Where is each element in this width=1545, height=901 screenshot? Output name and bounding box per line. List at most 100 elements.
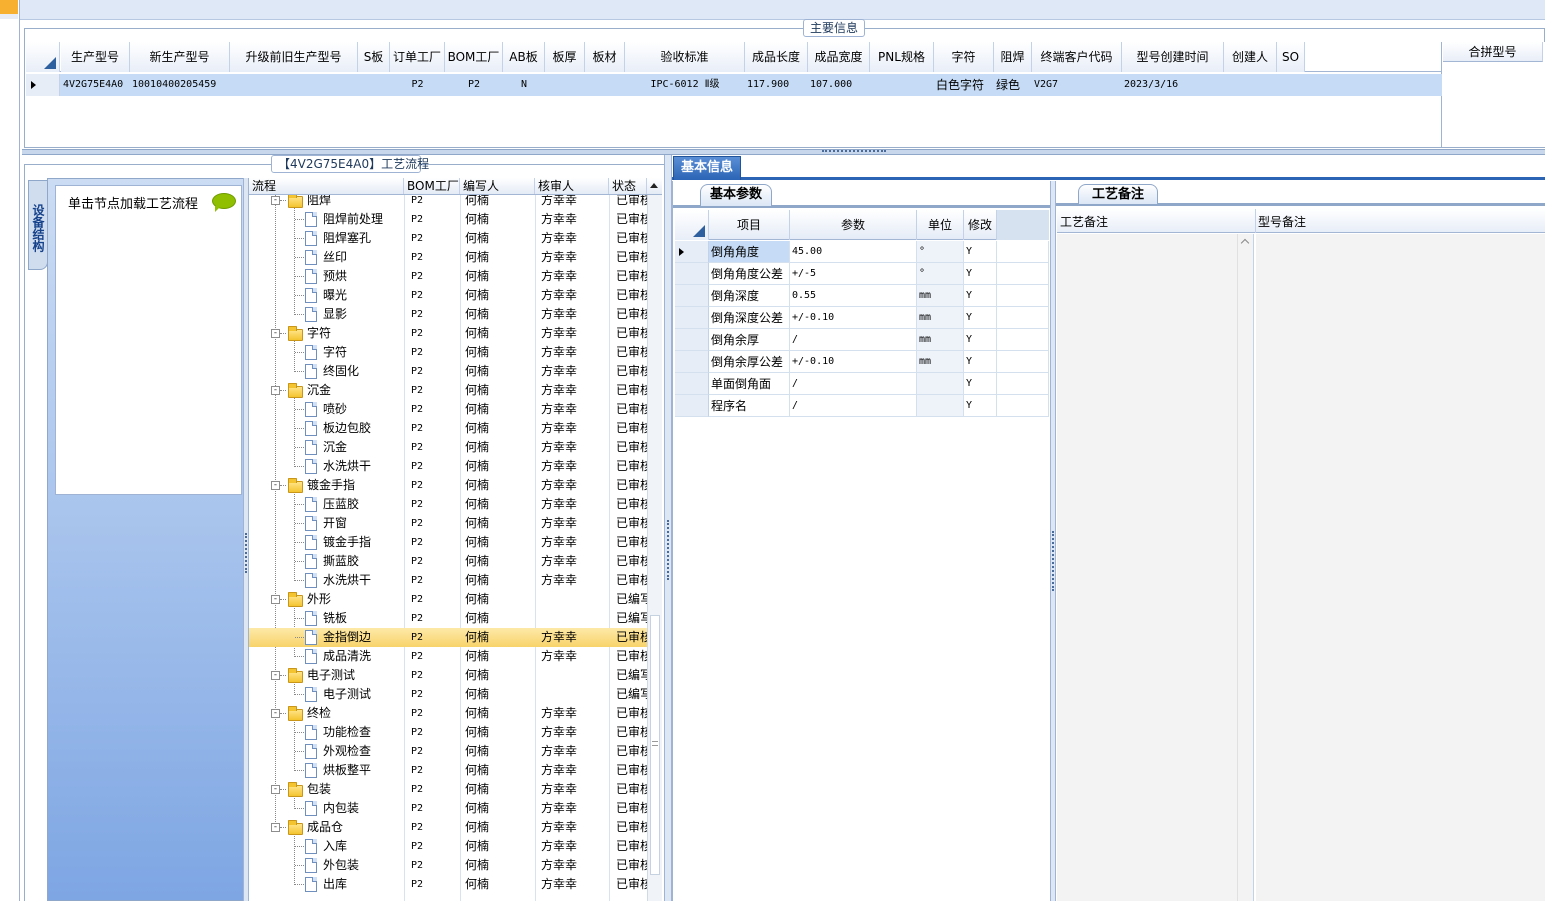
column-header[interactable]: 阻焊 — [994, 42, 1032, 72]
tree-step-row[interactable]: 丝印 P2 何楠 方幸幸 已审核 — [249, 248, 647, 267]
param-column-header[interactable]: 单位 — [917, 210, 964, 240]
param-column-header[interactable]: 修改 — [964, 210, 997, 240]
column-header[interactable]: 成品长度 — [745, 42, 808, 72]
row-selector[interactable] — [675, 329, 709, 351]
tree-step-row[interactable]: 电子测试 P2 何楠 已编写 — [249, 685, 647, 704]
collapse-icon[interactable]: - — [271, 386, 280, 395]
collapse-icon[interactable]: - — [271, 595, 280, 604]
tree-step-row[interactable]: 曝光 P2 何楠 方幸幸 已审核 — [249, 286, 647, 305]
column-header[interactable]: 字符 — [934, 42, 994, 72]
tree-step-row[interactable]: 阻焊前处理 P2 何楠 方幸幸 已审核 — [249, 210, 647, 229]
collapse-icon[interactable]: - — [271, 196, 280, 205]
notes-scrollbar[interactable] — [1237, 234, 1253, 901]
tree-column-header[interactable]: 编写人 — [460, 178, 535, 194]
merge-model-panel[interactable]: 合拼型号 — [1443, 42, 1545, 147]
tree-step-row[interactable]: 镀金手指 P2 何楠 方幸幸 已审核 — [249, 533, 647, 552]
tree-step-row[interactable]: 金指倒边 P2 何楠 方幸幸 已审核 — [249, 628, 647, 647]
process-tree-list[interactable]: 流程 BOM工厂 编写人 核审人 状态 - 阻焊 P2 何楠 方幸幸 已审核 阻焊前处理 P2 何楠 方幸… — [249, 178, 662, 901]
tree-group-row[interactable]: - 包装 P2 何楠 方幸幸 已审核 — [249, 780, 647, 799]
tree-step-row[interactable]: 喷砂 P2 何楠 方幸幸 已审核 — [249, 400, 647, 419]
merge-model-header[interactable]: 合拼型号 — [1443, 42, 1543, 62]
tree-step-row[interactable]: 功能检查 P2 何楠 方幸幸 已审核 — [249, 723, 647, 742]
scroll-up-icon[interactable] — [1240, 238, 1250, 248]
column-header[interactable]: 升级前旧生产型号 — [230, 42, 358, 72]
collapse-icon[interactable]: - — [271, 671, 280, 680]
tree-group-row[interactable]: - 沉金 P2 何楠 方幸幸 已审核 — [249, 381, 647, 400]
basic-params-grid[interactable]: 项目 参数 单位 修改 倒角角度 45.00 ° Y 倒角角度公差 +/-5 ° Y 倒角深度 0.55… — [675, 210, 1049, 420]
column-header[interactable]: 型号创建时间 — [1122, 42, 1224, 72]
param-value[interactable]: 0.55 — [790, 285, 917, 307]
row-selector[interactable] — [675, 373, 709, 395]
tab-basic-info[interactable]: 基本信息 — [673, 156, 741, 180]
tree-step-row[interactable]: 沉金 P2 何楠 方幸幸 已审核 — [249, 438, 647, 457]
column-header[interactable]: SO — [1277, 42, 1305, 72]
tab-basic-params[interactable]: 基本参数 — [700, 184, 772, 206]
param-modify[interactable]: Y — [964, 285, 997, 307]
row-selector[interactable] — [675, 285, 709, 307]
collapse-icon[interactable]: - — [271, 709, 280, 718]
main-grid-row[interactable]: 4V2G75E4A0 10010400205459 P2 P2 N IPC-6012 Ⅱ级… — [26, 74, 1442, 96]
tree-step-row[interactable]: 压蓝胶 P2 何楠 方幸幸 已审核 — [249, 495, 647, 514]
tree-step-row[interactable]: 开窗 P2 何楠 方幸幸 已审核 — [249, 514, 647, 533]
scroll-up-icon[interactable] — [650, 183, 658, 188]
row-selector[interactable] — [675, 307, 709, 329]
param-value[interactable]: / — [790, 373, 917, 395]
tree-group-row[interactable]: - 外形 P2 何楠 已编写 — [249, 590, 647, 609]
model-notes-column[interactable]: 型号备注 — [1258, 213, 1306, 230]
grid-corner[interactable] — [26, 42, 60, 72]
param-modify[interactable]: Y — [964, 373, 997, 395]
column-header[interactable]: BOM工厂 — [445, 42, 503, 72]
param-value[interactable]: +/-5 — [790, 263, 917, 285]
tab-equipment-structure[interactable]: 设备结构 — [28, 180, 48, 270]
param-value[interactable]: 45.00 — [790, 241, 917, 263]
params-grid-corner[interactable] — [675, 210, 709, 240]
column-header[interactable]: 板厚 — [545, 42, 585, 72]
column-header[interactable]: 终端客户代码 — [1032, 42, 1122, 72]
column-header[interactable]: 验收标准 — [625, 42, 745, 72]
craft-notes-column[interactable]: 工艺备注 — [1060, 213, 1108, 230]
column-header[interactable]: S板 — [358, 42, 390, 72]
tree-column-header[interactable]: 状态 — [609, 178, 647, 194]
row-selector[interactable] — [675, 395, 709, 417]
param-column-header[interactable]: 项目 — [709, 210, 790, 240]
column-header[interactable]: 成品宽度 — [808, 42, 870, 72]
collapse-icon[interactable]: - — [271, 481, 280, 490]
collapse-icon[interactable]: - — [271, 329, 280, 338]
column-header[interactable]: AB板 — [503, 42, 545, 72]
tree-step-row[interactable]: 水洗烘干 P2 何楠 方幸幸 已审核 — [249, 571, 647, 590]
tree-step-row[interactable]: 入库 P2 何楠 方幸幸 已审核 — [249, 837, 647, 856]
param-value[interactable]: +/-0.10 — [790, 351, 917, 373]
tree-group-row[interactable]: - 镀金手指 P2 何楠 方幸幸 已审核 — [249, 476, 647, 495]
param-value[interactable]: / — [790, 395, 917, 417]
tree-column-header[interactable]: 核审人 — [535, 178, 609, 194]
tree-step-row[interactable]: 外包装 P2 何楠 方幸幸 已审核 — [249, 856, 647, 875]
row-selector[interactable] — [26, 74, 60, 96]
tree-step-row[interactable]: 成品清洗 P2 何楠 方幸幸 已审核 — [249, 647, 647, 666]
column-header[interactable]: 订单工厂 — [390, 42, 445, 72]
tree-step-row[interactable]: 预烘 P2 何楠 方幸幸 已审核 — [249, 267, 647, 286]
column-header[interactable]: 创建人 — [1224, 42, 1277, 72]
tree-step-row[interactable]: 阻焊塞孔 P2 何楠 方幸幸 已审核 — [249, 229, 647, 248]
row-selector[interactable] — [675, 351, 709, 373]
collapse-icon[interactable]: - — [271, 785, 280, 794]
param-modify[interactable]: Y — [964, 263, 997, 285]
tree-group-row[interactable]: - 字符 P2 何楠 方幸幸 已审核 — [249, 324, 647, 343]
model-notes-textarea[interactable] — [1256, 234, 1545, 901]
param-modify[interactable]: Y — [964, 351, 997, 373]
tree-group-row[interactable]: - 电子测试 P2 何楠 已编写 — [249, 666, 647, 685]
tree-group-row[interactable]: - 阻焊 P2 何楠 方幸幸 已审核 — [249, 195, 647, 210]
tree-scrollbar-thumb[interactable] — [650, 615, 660, 875]
tree-step-row[interactable]: 字符 P2 何楠 方幸幸 已审核 — [249, 343, 647, 362]
tree-step-row[interactable]: 终固化 P2 何楠 方幸幸 已审核 — [249, 362, 647, 381]
row-selector[interactable] — [675, 241, 709, 263]
param-modify[interactable]: Y — [964, 241, 997, 263]
param-modify[interactable]: Y — [964, 395, 997, 417]
column-header[interactable]: 新生产型号 — [130, 42, 230, 72]
tree-group-row[interactable]: - 成品仓 P2 何楠 方幸幸 已审核 — [249, 818, 647, 837]
tree-step-row[interactable]: 外观检查 P2 何楠 方幸幸 已审核 — [249, 742, 647, 761]
tree-step-row[interactable]: 烘板整平 P2 何楠 方幸幸 已审核 — [249, 761, 647, 780]
column-header[interactable]: PNL规格 — [870, 42, 934, 72]
tree-step-row[interactable]: 显影 P2 何楠 方幸幸 已审核 — [249, 305, 647, 324]
tree-step-row[interactable]: 撕蓝胶 P2 何楠 方幸幸 已审核 — [249, 552, 647, 571]
collapse-icon[interactable]: - — [271, 823, 280, 832]
